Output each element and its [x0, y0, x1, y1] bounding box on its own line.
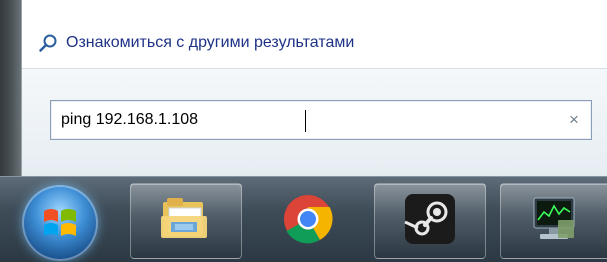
text-caret	[305, 110, 306, 132]
folder-icon	[159, 194, 213, 249]
search-icon	[38, 33, 58, 53]
see-more-results-link[interactable]: Ознакомиться с другими результатами	[38, 28, 354, 58]
taskbar-steam-button[interactable]	[374, 183, 486, 259]
clear-search-button[interactable]: ×	[557, 101, 591, 139]
taskbar-resource-monitor-button[interactable]	[500, 183, 607, 259]
search-input[interactable]	[51, 101, 557, 139]
start-search-box[interactable]: ×	[50, 100, 592, 140]
chrome-icon	[282, 193, 334, 250]
see-more-results-label: Ознакомиться с другими результатами	[66, 34, 355, 51]
windows-logo-icon	[40, 203, 80, 243]
taskbar-explorer-button[interactable]	[130, 183, 242, 259]
start-button[interactable]	[22, 185, 98, 261]
start-menu-frame	[0, 0, 22, 176]
taskbar	[0, 176, 607, 262]
steam-icon	[403, 192, 457, 251]
monitor-icon	[528, 194, 580, 249]
taskbar-chrome-button[interactable]	[252, 183, 364, 259]
close-icon: ×	[569, 110, 579, 129]
